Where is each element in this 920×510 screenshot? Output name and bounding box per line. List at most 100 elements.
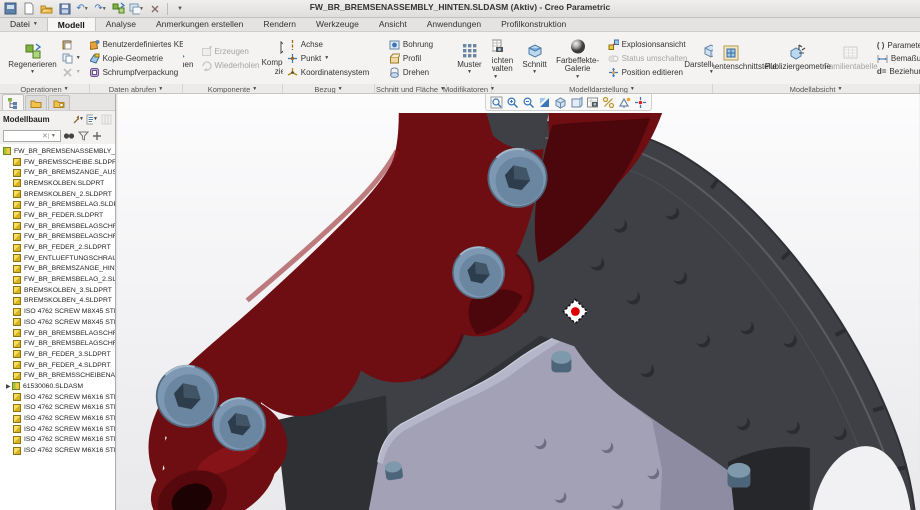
group-label-modelldarstellung[interactable]: Modelldarstellung▼ [492,84,713,94]
tab-anmerkungen[interactable]: Anmerkungen erstellen [146,17,253,31]
tree-item[interactable]: FW_BR_FEDER_4.SLDPRT [0,360,115,371]
tree-search-input[interactable] [4,132,42,139]
copy-button[interactable]: ▼ [60,52,83,65]
tree-item[interactable]: FW_BR_BREMSBELAGSCHRAUBE_2.SLDPRT [0,232,115,243]
repaint-icon[interactable] [537,95,552,109]
explosionsansicht-button[interactable]: Explosionsansicht [606,38,690,51]
tab-rendern[interactable]: Rendern [253,17,306,31]
schnitt-button[interactable]: Schnitt▼ [520,40,550,77]
tree-item[interactable]: ISO 4762 SCREW M6X16 STEEL.SLDPRT [0,413,115,424]
chevron-down-icon[interactable]: ▼ [48,133,58,139]
parameter-button[interactable]: ( )Parameter [875,40,920,51]
filter-icon[interactable] [77,130,89,142]
annotation-display-icon[interactable] [617,95,632,109]
beziehungen-button[interactable]: d=Beziehungen [875,66,920,77]
tree-item[interactable]: ISO 4762 SCREW M8X45 STEEL.SLDPRT [0,317,115,328]
find-icon[interactable] [63,130,75,142]
tree-tools-icon[interactable]: ▼ [72,113,84,125]
datum-display-filters-icon[interactable] [601,95,616,109]
position-editieren-button[interactable]: Position editieren [606,66,690,79]
tree-item[interactable]: FW_BR_BREMSZANGE_AUSSEN.SLDPRT [0,167,115,178]
tab-werkzeuge[interactable]: Werkzeuge [306,17,369,31]
tree-item[interactable]: FW_BR_BREMSBELAG.SLDPRT [0,199,115,210]
tree-item-root[interactable]: FW_BR_BREMSENASSEMBLY_HINTEN.SLDASM [0,146,115,157]
tab-ansicht[interactable]: Ansicht [369,17,417,31]
group-label-modellabsicht[interactable]: Modellabsicht▼ [713,84,920,94]
spin-center-icon[interactable] [633,95,648,109]
wiederholen-button[interactable]: Wiederholen [199,59,262,72]
group-label-schnitt-und-flaeche[interactable]: Schnitt und Fläche▼ [375,84,447,94]
regenerieren-button[interactable]: Regenerieren▼ [7,40,57,77]
tree-item[interactable]: FW_BREMSSCHEIBE.SLDPRT [0,157,115,168]
tree-item[interactable]: BREMSKOLBEN.SLDPRT [0,178,115,189]
achse-button[interactable]: Achse [285,38,371,51]
tree-item[interactable]: FW_BR_BREMSBELAGSCHRAUBE_3.SLDPRT [0,328,115,339]
3d-viewport-canvas[interactable] [117,94,920,510]
zoom-out-icon[interactable] [521,95,536,109]
folder-browser-tab[interactable] [25,95,47,110]
tree-item[interactable]: FW_BR_BREMSBELAGSCHRAUBE.SLDPRT [0,221,115,232]
group-label-bezug[interactable]: Bezug▼ [283,84,375,94]
tree-item-subassembly[interactable]: ▶61530060.SLDASM [0,381,115,392]
tree-item[interactable]: FW_BR_BREMSBELAG_2.SLDPRT [0,274,115,285]
bohrung-button[interactable]: Bohrung [387,38,435,51]
tree-settings-icon[interactable]: ▼ [86,113,98,125]
add-column-icon[interactable] [91,130,103,142]
muster-button[interactable]: Muster▼ [453,40,487,77]
profil-button[interactable]: Profil [387,52,435,65]
ansichten-verwalten-button[interactable]: Ansichten verwalten▼ [492,36,518,81]
perspective-icon[interactable] [569,95,584,109]
tree-item[interactable]: ISO 4762 SCREW M8X45 STEEL.SLDPRT [0,306,115,317]
kopie-geometrie-button[interactable]: Kopie-Geometrie [90,52,183,65]
tree-item[interactable]: ISO 4762 SCREW M6X16 STEEL.SLDPRT [0,424,115,435]
tree-item[interactable]: BREMSKOLBEN_4.SLDPRT [0,296,115,307]
delete-button[interactable]: ▼ [60,66,83,79]
tree-item[interactable]: FW_BR_FEDER_2.SLDPRT [0,242,115,253]
darstellungsstil-button[interactable]: Darstellungsstil▼ [691,40,713,77]
graphics-area[interactable] [117,94,920,510]
tab-modell[interactable]: Modell [47,17,96,31]
koordinatensystem-button[interactable]: Koordinatensystem [285,66,371,79]
komponenten-ziehen-button[interactable]: Komponenten ziehen [263,38,283,78]
tree-columns-icon[interactable] [100,113,112,125]
paste-button[interactable] [60,38,83,51]
tab-datei[interactable]: Datei▼ [0,17,47,31]
bemassung-button[interactable]: Bemaßung [875,52,920,65]
tree-item[interactable]: ISO 4762 SCREW M6X16 STEEL.SLDPRT [0,445,115,456]
tree-item[interactable]: FW_ENTLUEFTUNGSCHRAUBE_1.SLDPRT [0,253,115,264]
tree-item[interactable]: ISO 4762 SCREW M6X16 STEEL.SLDPRT [0,435,115,446]
publiziergeometrie-button[interactable]: Publiziergeometrie [769,42,827,74]
group-label-daten-abrufen[interactable]: Daten abrufen▼ [90,84,183,94]
komponentenschnittstelle-button[interactable]: Komponentenschnittstelle [713,42,767,74]
tree-item[interactable]: BREMSKOLBEN_2.SLDPRT [0,189,115,200]
saved-orientations-icon[interactable] [585,95,600,109]
favorites-tab[interactable] [48,95,70,110]
status-umschalten-button[interactable]: Status umschalten [606,52,690,65]
drehen-button[interactable]: Drehen [387,66,435,79]
tree-item[interactable]: FW_BR_BREMSSCHEIBENAUFNAHME.SLDPRT [0,370,115,381]
punkt-button[interactable]: Punkt▼ [285,52,371,65]
tree-item[interactable]: FW_BR_BREMSBELAGSCHRAUBE_4.SLDPRT [0,338,115,349]
tree-item[interactable]: FW_BR_FEDER_3.SLDPRT [0,349,115,360]
group-label-modifikatoren[interactable]: Modifikatoren▼ [447,84,492,94]
einbauen-button[interactable]: Einbauen▼ [183,40,197,77]
model-tree-tab[interactable] [2,94,24,110]
tab-anwendungen[interactable]: Anwendungen [417,17,491,31]
benutzerdefiniertes-ke-button[interactable]: Benutzerdefiniertes KE [90,38,183,51]
tree-item[interactable]: FW_BR_BREMSZANGE_HINTEN.SLDPRT [0,264,115,275]
group-label-komponente[interactable]: Komponente▼ [183,84,283,94]
tab-profilkonstruktion[interactable]: Profilkonstruktion [491,17,576,31]
group-label-operationen[interactable]: Operationen▼ [0,84,90,94]
refit-icon[interactable] [489,95,504,109]
erzeugen-button[interactable]: Erzeugen [199,45,262,58]
familientabelle-button[interactable]: Familientabelle [829,42,873,74]
farbeffekte-galerie-button[interactable]: Farbeffekte-Galerie▼ [552,36,604,81]
tree-item[interactable]: ISO 4762 SCREW M6X16 STEEL.SLDPRT [0,392,115,403]
zoom-in-icon[interactable] [505,95,520,109]
tab-analyse[interactable]: Analyse [96,17,146,31]
schrumpfverpackung-button[interactable]: Schrumpfverpackung [90,66,183,79]
tree-item[interactable]: ISO 4762 SCREW M6X16 STEEL.SLDPRT [0,403,115,414]
tree-item[interactable]: BREMSKOLBEN_3.SLDPRT [0,285,115,296]
display-style-icon[interactable] [553,95,568,109]
tree-item[interactable]: FW_BR_FEDER.SLDPRT [0,210,115,221]
